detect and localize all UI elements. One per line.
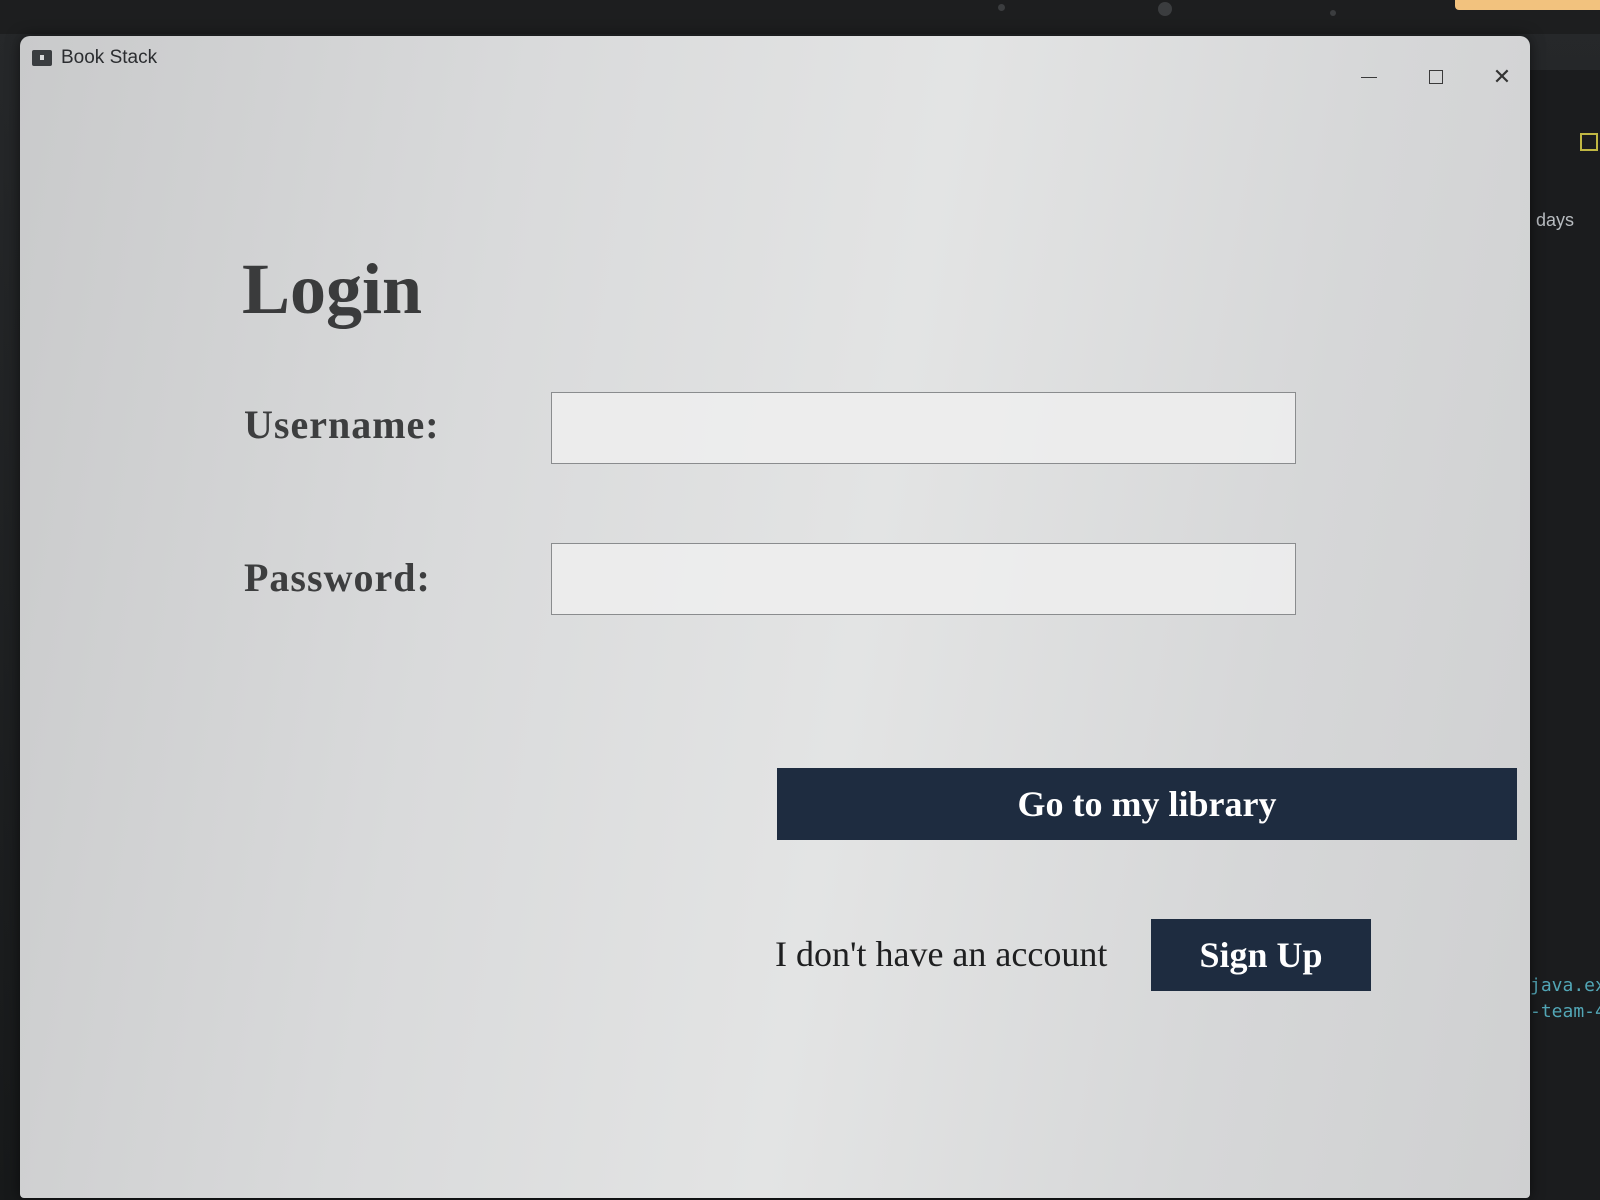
sticky-note-edge — [1455, 0, 1600, 10]
page-title: Login — [242, 249, 423, 329]
grid-icon — [1580, 133, 1598, 151]
app-icon — [32, 50, 52, 66]
maximize-button[interactable] — [1413, 60, 1459, 94]
camera-lens — [1158, 2, 1172, 16]
close-button[interactable]: ✕ — [1479, 60, 1525, 94]
go-to-library-button[interactable]: Go to my library — [777, 768, 1517, 840]
password-label: Password: — [244, 555, 431, 600]
username-label: Username: — [244, 402, 440, 447]
window-title: Book Stack — [61, 47, 158, 68]
minimize-button[interactable] — [1346, 60, 1392, 94]
username-input[interactable] — [551, 392, 1296, 464]
screen: days java.ex -team-4 Book Stack ✕ Login … — [0, 0, 1600, 1200]
background-code-line: -team-4 — [1530, 1001, 1600, 1022]
no-account-text: I don't have an account — [775, 934, 1108, 974]
background-editor — [1520, 70, 1600, 1200]
background-code-line: java.ex — [1530, 975, 1600, 996]
background-sidebar-text: days — [1536, 210, 1575, 230]
close-icon: ✕ — [1492, 64, 1512, 90]
book-stack-window: Book Stack ✕ Login Username: Password: G… — [20, 36, 1530, 1198]
monitor-bezel — [0, 0, 1600, 34]
title-bar[interactable]: Book Stack ✕ — [20, 36, 1530, 90]
minimize-icon — [1361, 76, 1377, 78]
camera-dot — [998, 4, 1005, 11]
sensor-dot — [1330, 10, 1336, 16]
sign-up-button[interactable]: Sign Up — [1151, 919, 1371, 991]
maximize-icon — [1429, 70, 1443, 84]
password-input[interactable] — [551, 543, 1296, 615]
